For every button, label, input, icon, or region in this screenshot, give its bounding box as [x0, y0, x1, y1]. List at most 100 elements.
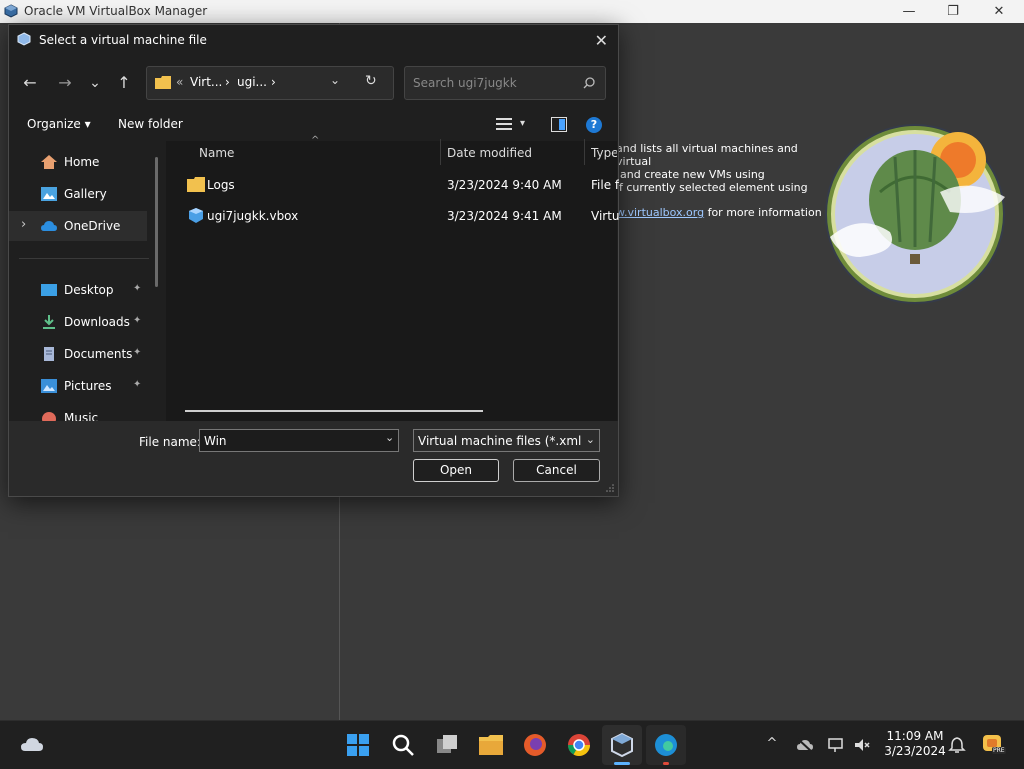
nav-item-documents[interactable]: Documents ✦ — [9, 339, 147, 369]
address-bar[interactable]: « Virt... › ugi... › ⌄ ↻ — [146, 66, 394, 100]
nav-scrollbar[interactable] — [155, 157, 158, 287]
column-separator[interactable] — [440, 139, 441, 165]
organize-button[interactable]: Organize ▾ — [27, 117, 91, 131]
notification-bell-icon[interactable] — [948, 736, 966, 754]
nav-item-label: Pictures — [64, 379, 112, 393]
file-name-dropdown-icon[interactable]: ⌄ — [385, 431, 394, 444]
chrome-icon[interactable] — [565, 731, 593, 759]
organize-arrow: ▾ — [84, 117, 91, 131]
pictures-icon — [41, 379, 57, 393]
nav-item-desktop[interactable]: Desktop ✦ — [9, 275, 147, 305]
pin-icon: ✦ — [133, 379, 142, 390]
back-button[interactable]: ← — [18, 71, 42, 95]
open-button[interactable]: Open — [413, 459, 499, 482]
virtualbox-taskbar-item[interactable] — [602, 725, 642, 765]
nav-item-music[interactable]: Music — [9, 403, 147, 421]
file-name-input[interactable] — [199, 429, 399, 452]
new-folder-button[interactable]: New folder — [118, 117, 183, 131]
show-hidden-icons-button[interactable]: ^ — [763, 736, 781, 754]
onedrive-off-icon[interactable] — [796, 736, 814, 754]
nav-item-label: Home — [64, 155, 100, 169]
network-icon[interactable] — [827, 736, 845, 754]
recent-locations-button[interactable]: ⌄ — [83, 71, 107, 95]
folder-icon — [155, 76, 171, 89]
edge-taskbar-item[interactable] — [646, 725, 686, 765]
desktop-icon — [41, 284, 57, 296]
preview-pane-icon[interactable] — [551, 117, 567, 132]
balloon-illustration — [825, 124, 1005, 304]
welcome-line-3: f currently selected element using — [619, 181, 808, 194]
preview-badge: PRE — [992, 747, 1006, 754]
search-icon[interactable] — [389, 731, 417, 759]
close-button[interactable]: ✕ — [976, 2, 1022, 22]
minimize-button[interactable]: — — [886, 2, 932, 22]
nav-item-pictures[interactable]: Pictures ✦ — [9, 371, 147, 401]
edge-indicator — [663, 762, 669, 765]
cancel-button[interactable]: Cancel — [513, 459, 600, 482]
organize-label: Organize — [27, 117, 81, 131]
nav-item-gallery[interactable]: Gallery — [9, 179, 147, 209]
firefox-icon[interactable] — [521, 731, 549, 759]
clock-time: 11:09 AM — [886, 729, 944, 743]
file-row[interactable]: Logs 3/23/2024 9:40 AM File folder — [179, 171, 619, 199]
address-dropdown-button[interactable]: ⌄ — [330, 73, 340, 87]
nav-item-home[interactable]: Home — [9, 147, 147, 177]
nav-item-label: Downloads — [64, 315, 130, 329]
file-row[interactable]: ugi7jugkk.vbox 3/23/2024 9:41 AM Virtual… — [179, 202, 619, 230]
copilot-preview-icon[interactable]: PRE — [980, 731, 1006, 757]
column-header-name[interactable]: Name — [199, 146, 234, 160]
weather-icon[interactable] — [18, 731, 46, 759]
virtualbox-link[interactable]: w.virtualbox.org — [616, 206, 704, 219]
horizontal-scrollbar[interactable] — [185, 410, 483, 412]
maximize-button[interactable]: ❐ — [930, 2, 976, 22]
nav-item-downloads[interactable]: Downloads ✦ — [9, 307, 147, 337]
edge-icon — [655, 734, 677, 756]
welcome-line-1: and lists all virtual machines and virtu… — [616, 142, 798, 168]
task-view-icon[interactable] — [433, 731, 461, 759]
dialog-titlebar: Select a virtual machine file ✕ — [9, 25, 618, 55]
file-type-value: Virtual machine files (*.xml *.vbox) — [418, 434, 584, 448]
column-header-type[interactable]: Type — [591, 146, 617, 160]
search-box[interactable]: Search ugi7jugkk — [404, 66, 606, 100]
breadcrumb-segment-1[interactable]: Virt... — [190, 75, 222, 89]
search-icon — [583, 77, 595, 89]
nav-divider — [19, 258, 149, 259]
nav-item-onedrive[interactable]: › OneDrive — [9, 211, 147, 241]
up-button[interactable]: ↑ — [112, 71, 136, 95]
welcome-link-suffix: for more information — [704, 206, 822, 219]
file-date: 3/23/2024 9:41 AM — [447, 209, 562, 223]
forward-button[interactable]: → — [53, 71, 77, 95]
file-type: VirtualBox — [591, 209, 619, 223]
breadcrumb-segment-2[interactable]: ugi... — [237, 75, 267, 89]
file-name: ugi7jugkk.vbox — [207, 209, 299, 223]
help-icon[interactable]: ? — [586, 117, 602, 133]
virtualbox-app-icon — [4, 4, 18, 18]
refresh-button[interactable]: ↻ — [365, 73, 377, 89]
nav-item-label: Desktop — [64, 283, 114, 297]
welcome-line-2: and create new VMs using — [620, 168, 765, 181]
taskbar-clock[interactable]: 11:09 AM 3/23/2024 — [880, 729, 950, 759]
breadcrumb-overflow[interactable]: « — [176, 75, 183, 89]
file-date: 3/23/2024 9:40 AM — [447, 178, 562, 192]
volume-muted-icon[interactable] — [853, 736, 871, 754]
column-separator[interactable] — [584, 139, 585, 165]
file-name-label: File name: — [139, 435, 201, 449]
clock-date: 3/23/2024 — [884, 744, 946, 758]
start-icon[interactable] — [344, 731, 372, 759]
pin-icon: ✦ — [133, 347, 142, 358]
expand-chevron-icon[interactable]: › — [21, 217, 26, 232]
file-type-select[interactable]: Virtual machine files (*.xml *.vbox) ⌄ — [413, 429, 600, 452]
file-explorer-icon[interactable] — [477, 731, 505, 759]
resize-grip-icon[interactable] — [606, 484, 614, 492]
column-header-date[interactable]: Date modified — [447, 146, 532, 160]
dialog-close-button[interactable]: ✕ — [595, 31, 608, 50]
virtualbox-app-icon — [17, 32, 31, 46]
view-options-icon[interactable] — [496, 117, 512, 131]
breadcrumb-separator: › — [271, 75, 276, 89]
nav-item-label: Documents — [64, 347, 133, 361]
vb-title: Oracle VM VirtualBox Manager — [24, 4, 208, 18]
chevron-down-icon: ⌄ — [585, 433, 595, 446]
pin-icon: ✦ — [133, 315, 142, 326]
view-options-dropdown[interactable]: ▾ — [520, 118, 525, 129]
nav-item-label: OneDrive — [64, 219, 121, 233]
